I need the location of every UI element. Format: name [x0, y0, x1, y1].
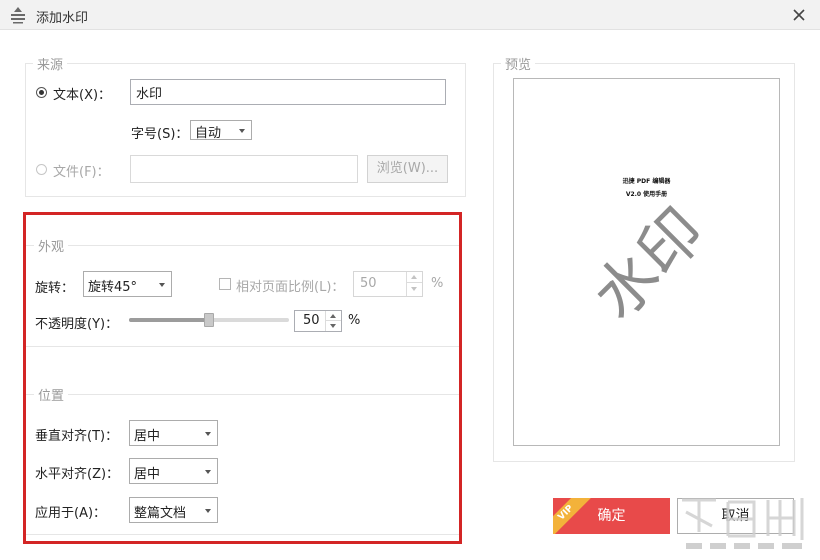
source-group-title: 来源: [33, 54, 68, 73]
watermark-text-input[interactable]: [130, 79, 446, 105]
preview-page: 迅捷 PDF 编辑器 V2.0 使用手册 水印: [513, 78, 780, 446]
close-icon: [793, 9, 805, 21]
font-size-select[interactable]: 自动: [190, 120, 252, 141]
close-button[interactable]: [788, 4, 810, 26]
text-option-radio[interactable]: [36, 87, 47, 98]
chevron-down-icon: [239, 129, 245, 133]
site-watermark-logo-icon: [680, 498, 812, 552]
title-bar: 添加水印: [0, 0, 820, 30]
preview-page-line-1: 迅捷 PDF 编辑器: [622, 178, 671, 185]
font-size-label: 字号(S)：: [131, 127, 189, 142]
file-option-radio[interactable]: [36, 164, 47, 175]
browse-button[interactable]: 浏览(W)...: [367, 155, 448, 183]
file-option-label: 文件(F)：: [53, 165, 110, 180]
annotation-highlight-box: [23, 212, 462, 544]
preview-watermark-text: 水印: [578, 193, 719, 334]
file-path-input[interactable]: [130, 155, 358, 183]
app-logo-icon: [11, 7, 25, 24]
ok-button[interactable]: VIP 确定: [553, 498, 670, 534]
vip-badge: VIP: [553, 498, 592, 534]
preview-page-line-2: V2.0 使用手册: [625, 191, 668, 198]
ok-button-label: 确定: [597, 508, 626, 524]
window-title: 添加水印: [36, 11, 89, 26]
preview-group-title: 预览: [501, 54, 536, 73]
text-option-label: 文本(X)：: [53, 88, 112, 103]
